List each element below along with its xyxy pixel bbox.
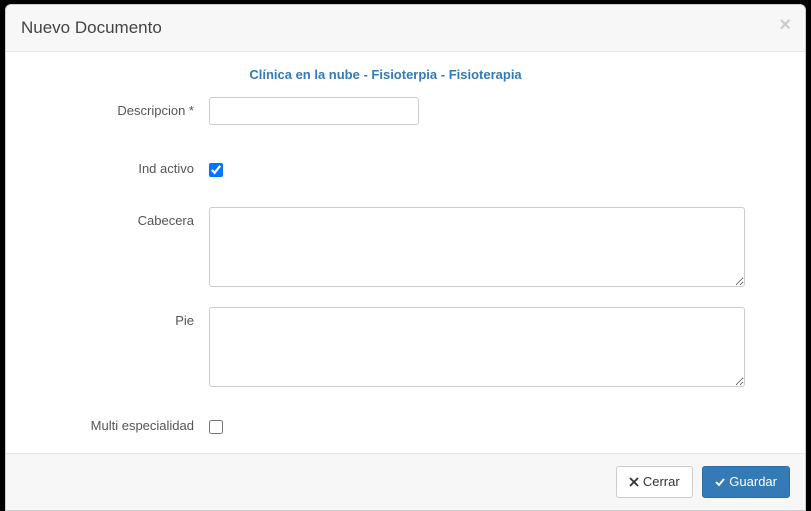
- row-descripcion: Descripcion *: [26, 97, 745, 125]
- label-ind-activo: Ind activo: [26, 155, 209, 176]
- label-pie: Pie: [26, 307, 209, 328]
- row-multi-especialidad: Multi especialidad: [26, 412, 745, 434]
- row-cabecera: Cabecera: [26, 207, 745, 287]
- row-pie: Pie: [26, 307, 745, 387]
- label-cabecera: Cabecera: [26, 207, 209, 228]
- close-x-icon: [629, 477, 639, 487]
- input-descripcion[interactable]: [209, 97, 419, 125]
- modal-footer: Cerrar Guardar: [6, 453, 805, 510]
- guardar-label: Guardar: [729, 473, 777, 491]
- checkbox-multi-especialidad[interactable]: [209, 420, 223, 434]
- cerrar-button[interactable]: Cerrar: [616, 466, 693, 498]
- label-descripcion: Descripcion *: [26, 97, 209, 118]
- modal-title: Nuevo Documento: [21, 17, 790, 39]
- close-icon[interactable]: ×: [779, 15, 791, 35]
- modal-header: Nuevo Documento ×: [6, 5, 805, 52]
- check-icon: [715, 477, 725, 487]
- cerrar-label: Cerrar: [643, 473, 680, 491]
- modal-dialog: Nuevo Documento × Clínica en la nube - F…: [5, 4, 806, 511]
- modal-body: Clínica en la nube - Fisioterpia - Fisio…: [6, 52, 805, 453]
- row-ind-activo: Ind activo: [26, 155, 745, 177]
- textarea-pie[interactable]: [209, 307, 745, 387]
- guardar-button[interactable]: Guardar: [702, 466, 790, 498]
- checkbox-ind-activo[interactable]: [209, 163, 223, 177]
- label-multi-especialidad: Multi especialidad: [26, 412, 209, 433]
- breadcrumb[interactable]: Clínica en la nube - Fisioterpia - Fisio…: [26, 67, 745, 82]
- textarea-cabecera[interactable]: [209, 207, 745, 287]
